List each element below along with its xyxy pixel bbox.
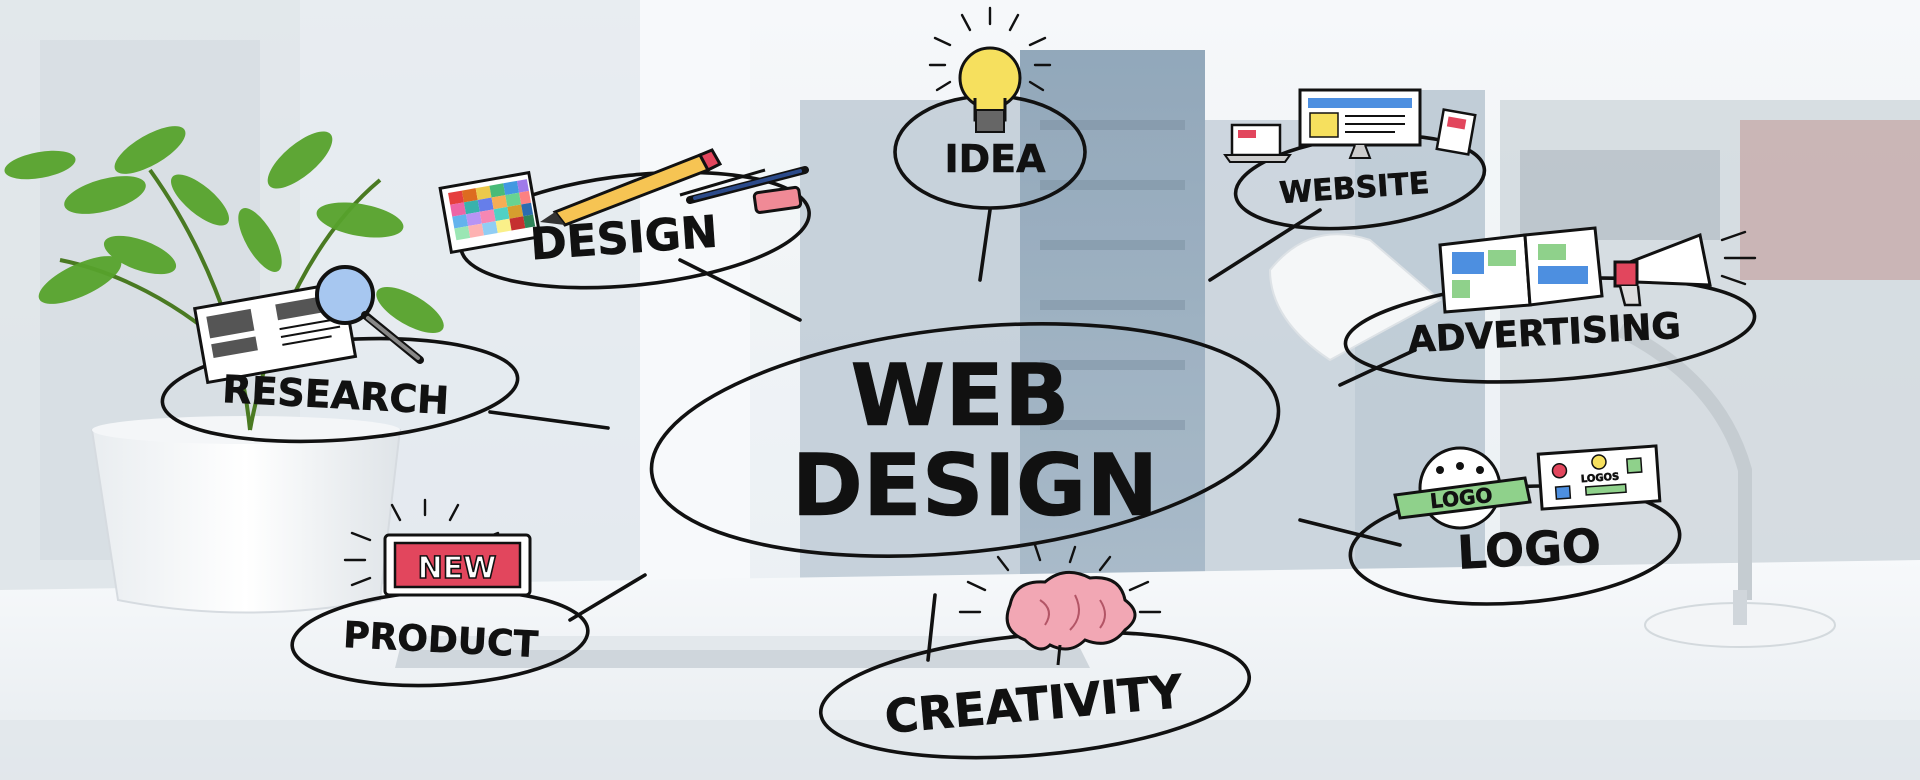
central-title-line2: DESIGN xyxy=(792,436,1159,536)
central-title-line1: WEB xyxy=(850,346,1069,446)
logo-sheet-icon: LOGOS xyxy=(1536,444,1662,511)
color-palette-icon xyxy=(438,170,542,255)
new-badge-text: NEW xyxy=(418,551,497,586)
logo-label: LOGO xyxy=(1456,518,1602,579)
laptop-icon xyxy=(1223,123,1292,163)
eraser-icon xyxy=(752,185,803,214)
tablet-icon xyxy=(1435,108,1477,156)
scene: WEB DESIGN IDEA DESIGN WEBSITE RESEARCH … xyxy=(0,0,1920,780)
idea-label: IDEA xyxy=(944,137,1046,181)
mind-map-photo: WEB DESIGN IDEA DESIGN WEBSITE RESEARCH … xyxy=(0,0,1920,780)
